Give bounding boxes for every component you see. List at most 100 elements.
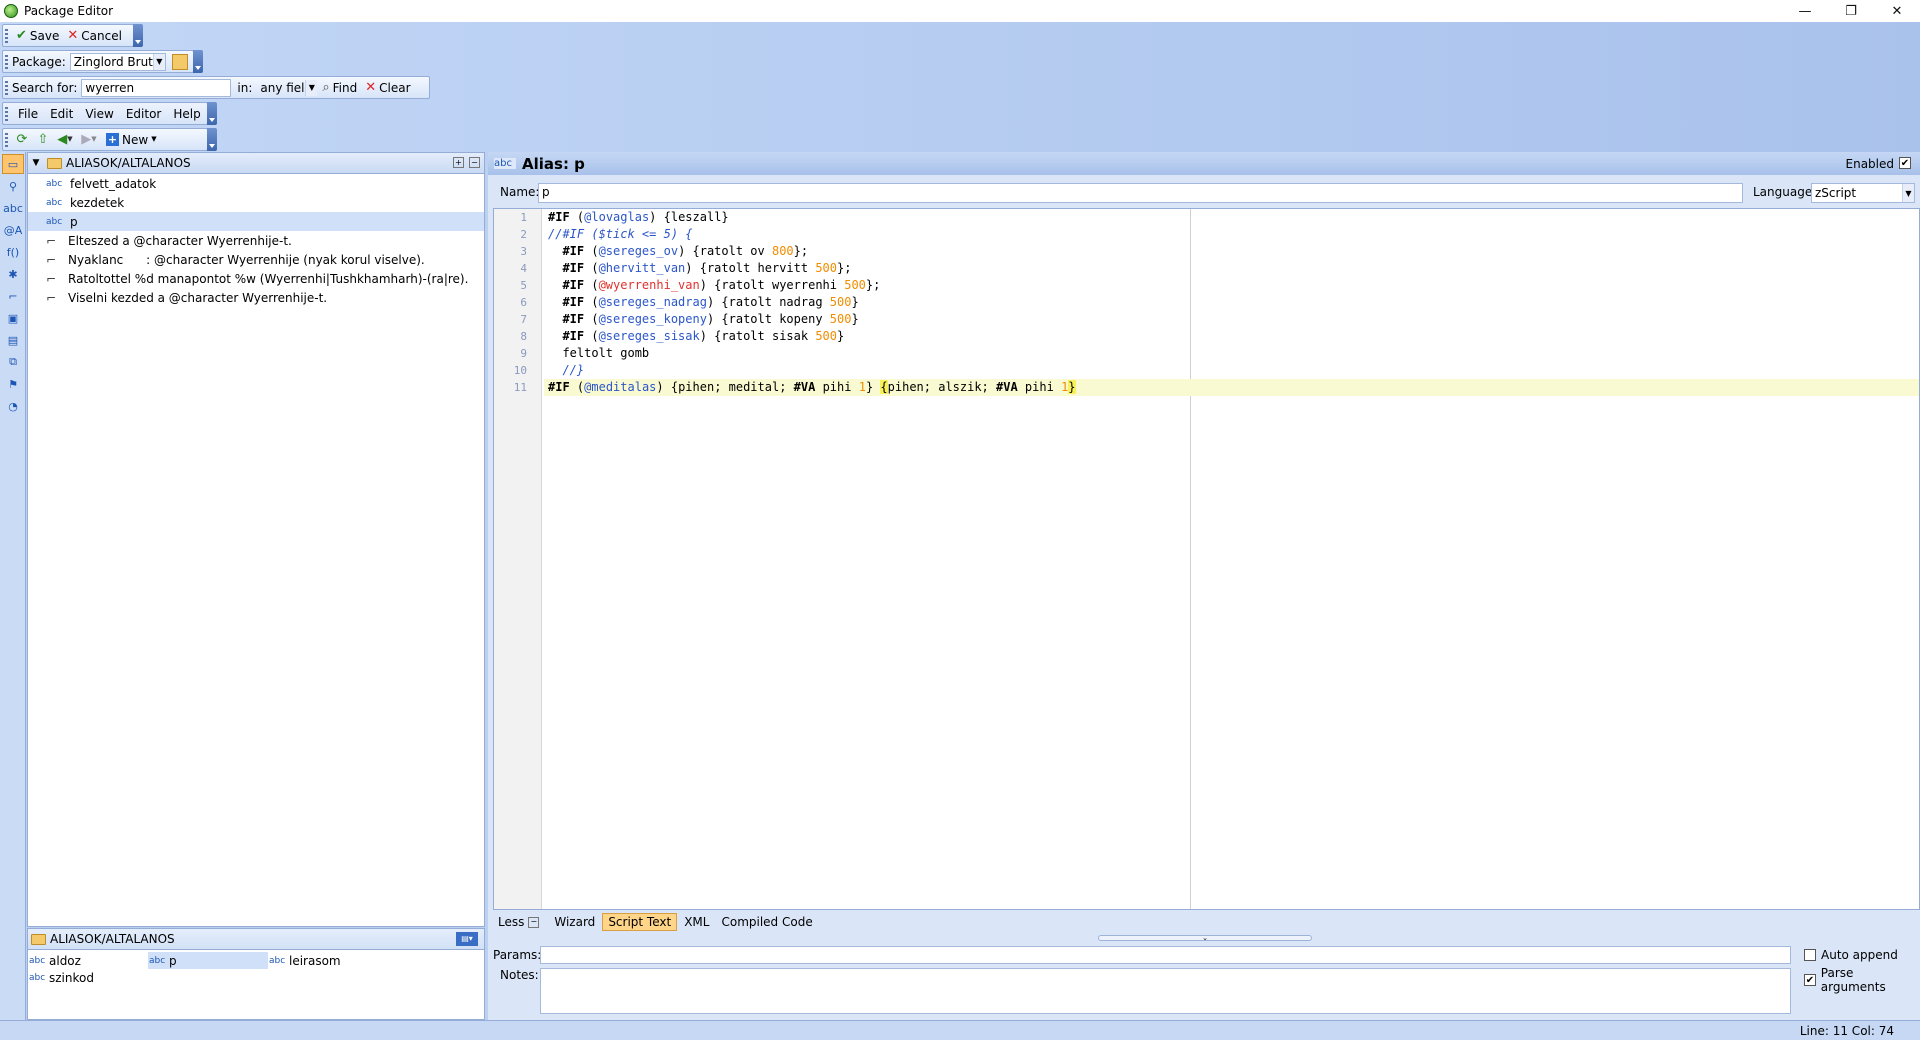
menu-edit[interactable]: Edit <box>44 104 79 124</box>
status-bar: Line: 11 Col: 74 <box>0 1020 1920 1040</box>
auto-append-checkbox[interactable] <box>1804 949 1816 961</box>
view-options-icon[interactable]: ▤▾ <box>456 932 478 946</box>
package-select[interactable]: Zinglord Brutali ▼ <box>69 52 166 71</box>
collapse-icon[interactable]: − <box>469 157 480 168</box>
notes-label: Notes: <box>500 968 539 982</box>
code-line: //#IF ($tick <= 5) { <box>548 227 693 241</box>
close-window-button[interactable]: ✕ <box>1874 0 1920 22</box>
language-select[interactable]: zScript ▼ <box>1811 183 1915 203</box>
menu-help[interactable]: Help <box>167 104 206 124</box>
alias-icon: abc <box>46 216 63 227</box>
clear-button[interactable]: ✕ Clear <box>361 78 414 98</box>
menu-bar: File Edit View Editor Help <box>2 102 217 125</box>
variable-icon[interactable]: @A <box>2 220 24 240</box>
new-button[interactable]: + New ▼ <box>102 130 161 150</box>
tree-item[interactable]: ⌐ Nyaklanc : @character Wyerrenhije (nyak… <box>28 250 484 269</box>
enabled-checkbox[interactable]: ✔ <box>1899 157 1911 169</box>
toolbar-options-button[interactable] <box>207 128 217 151</box>
list-item-selected[interactable]: abc p <box>148 952 268 969</box>
toolbar-area: ✔ Save ✕ Cancel Package: Zinglord Brutal… <box>0 22 1920 152</box>
auto-append-option[interactable]: Auto append <box>1804 948 1898 962</box>
tree-item[interactable]: ⌐ Elteszed a @character Wyerrenhije-t. <box>28 231 484 250</box>
save-button[interactable]: ✔ Save <box>12 26 63 46</box>
pin-icon[interactable]: ⚲ <box>2 176 24 196</box>
tab-compiled-code[interactable]: Compiled Code <box>716 914 817 930</box>
tree-item[interactable]: ⌐ Viselni kezded a @character Wyerrenhije… <box>28 288 484 307</box>
forward-arrow-icon[interactable]: ▶ ▼ <box>76 133 102 146</box>
trigger-icon: ⌐ <box>46 290 57 305</box>
parse-arguments-option[interactable]: ✔ Parse arguments <box>1804 966 1920 994</box>
parse-arguments-checkbox[interactable]: ✔ <box>1804 974 1816 986</box>
search-input[interactable]: wyerren <box>81 78 232 97</box>
params-input[interactable] <box>540 946 1791 964</box>
name-input[interactable]: p <box>538 183 1743 203</box>
function-icon[interactable]: f() <box>2 242 24 262</box>
code-area[interactable]: #IF (@lovaglas) {leszall} //#IF ($tick <… <box>544 209 1919 396</box>
event-icon[interactable]: ✱ <box>2 264 24 284</box>
toolbar-options-button[interactable] <box>133 24 143 47</box>
alias-icon: abc <box>29 972 46 983</box>
title-bar: Package Editor — ❐ ✕ <box>0 0 1920 22</box>
tree-item[interactable]: abc felvett_adatok <box>28 174 484 193</box>
trigger-icon[interactable]: ⌐ <box>2 286 24 306</box>
main-toolbar: ✔ Save ✕ Cancel <box>2 24 143 47</box>
less-toggle[interactable]: Less <box>493 914 526 930</box>
notes-textarea[interactable] <box>540 968 1791 1014</box>
menu-editor[interactable]: Editor <box>120 104 168 124</box>
cursor-position: Line: 11 Col: 74 <box>1799 1024 1894 1038</box>
menu-file[interactable]: File <box>12 104 44 124</box>
package-label: Package: <box>12 54 66 69</box>
status-icon[interactable]: ◔ <box>2 396 24 416</box>
find-button[interactable]: ⌕ Find <box>318 78 361 98</box>
alias-icon: abc <box>46 197 63 208</box>
back-arrow-icon[interactable]: ◀ ▼ <box>54 133 76 146</box>
cancel-button[interactable]: ✕ Cancel <box>63 26 126 46</box>
folder-icon <box>31 933 46 945</box>
line-number-gutter: 1 2 3 4 5 6 7 8 9 10 11 <box>494 209 542 909</box>
search-label: Search for: <box>12 80 78 95</box>
alias-icon[interactable]: abc <box>2 198 24 218</box>
script-editor[interactable]: 1 2 3 4 5 6 7 8 9 10 11 #IF (@lovaglas) … <box>493 208 1920 910</box>
toolbar-options-button[interactable] <box>207 102 217 125</box>
tab-xml[interactable]: XML <box>679 914 714 930</box>
trigger-icon: ⌐ <box>46 233 57 248</box>
toolbar-options-button[interactable] <box>193 50 203 73</box>
minimize-button[interactable]: — <box>1782 0 1828 22</box>
tree-header: ▼ ALIASOK/ALTALANOS + − <box>28 153 484 174</box>
tree-item[interactable]: ⌐ Ratoltottel %d manapontot %w (Wyerrenhi… <box>28 269 484 288</box>
button-icon[interactable]: ▣ <box>2 308 24 328</box>
list-item[interactable]: abc leirasom <box>268 952 388 969</box>
bottom-list-panel: ALIASOK/ALTALANOS ▤▾ abc aldoz abc p abc le… <box>27 928 485 1020</box>
search-icon: ⌕ <box>322 80 330 95</box>
tab-wizard[interactable]: Wizard <box>549 914 600 930</box>
tree-panel: ▼ ALIASOK/ALTALANOS + − abc felvett_adato… <box>27 152 485 927</box>
alias-icon: abc <box>269 955 286 966</box>
package-folders-icon[interactable] <box>171 53 188 70</box>
collapse-icon[interactable]: − <box>528 916 540 928</box>
notes-row: Notes: ✔ Parse arguments <box>488 966 1920 1016</box>
folder-icon <box>47 157 62 169</box>
menu-view[interactable]: View <box>79 104 119 124</box>
menu-icon[interactable]: ▤ <box>2 330 24 350</box>
search-in-label: in: <box>237 80 253 95</box>
class-icon[interactable]: ⧉ <box>2 352 24 372</box>
tree-item-selected[interactable]: abc p <box>28 212 484 231</box>
restore-button[interactable]: ❐ <box>1828 0 1874 22</box>
bottom-panel-path: ALIASOK/ALTALANOS <box>50 932 175 946</box>
tree-item[interactable]: abc kezdetek <box>28 193 484 212</box>
folder-up-icon[interactable]: ⇧ <box>32 133 54 146</box>
list-item[interactable]: abc aldoz <box>28 952 148 969</box>
path-icon[interactable]: ⚑ <box>2 374 24 394</box>
code-line-current: #IF (@meditalas) {pihen; medital; #VA pi… <box>544 379 1919 396</box>
expand-icon[interactable]: + <box>453 157 464 168</box>
folder-view-icon[interactable]: ▭ <box>2 154 24 174</box>
package-toolbar: Package: Zinglord Brutali ▼ <box>2 50 203 73</box>
panel-splitter[interactable]: ⌄ <box>488 934 1920 942</box>
tab-script-text[interactable]: Script Text <box>602 913 678 931</box>
list-item[interactable]: abc szinkod <box>28 969 148 986</box>
search-field-select[interactable]: any field ▼ <box>256 79 318 97</box>
refresh-icon[interactable]: ⟳ <box>12 133 32 146</box>
chevron-down-icon[interactable]: ▼ <box>28 158 44 168</box>
alias-icon: abc <box>29 955 46 966</box>
chevron-down-icon: ▼ <box>152 53 165 70</box>
